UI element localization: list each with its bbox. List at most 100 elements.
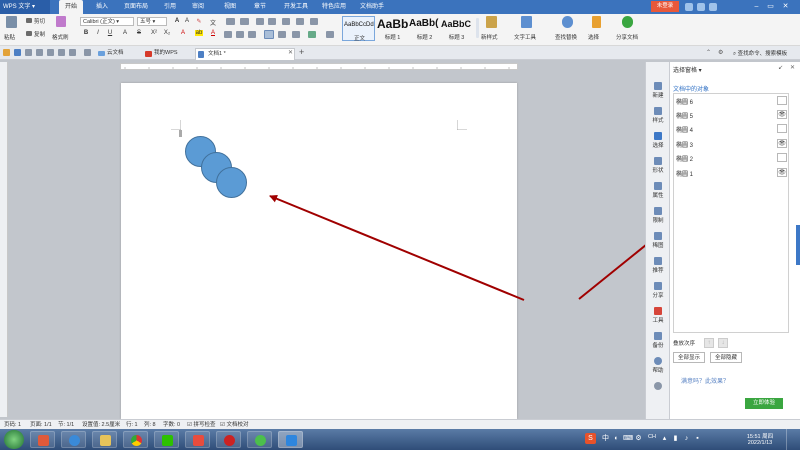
record-icon [224, 435, 235, 446]
object-name: 椭圆 6 [676, 100, 694, 106]
tray-app-icon[interactable]: ▪ [693, 433, 702, 444]
side-help[interactable]: 帮助 [646, 357, 670, 374]
pane-section-title: 文档中的对象 [673, 87, 710, 93]
object-row-5[interactable]: 椭圆 5 👁 [673, 108, 789, 121]
side-backup[interactable]: 备份 [646, 332, 670, 349]
side-properties[interactable]: 属性 [646, 182, 670, 199]
side-style[interactable]: 样式 [646, 107, 670, 124]
experience-button[interactable]: 立即体验 [745, 398, 783, 409]
eye-icon[interactable]: 👁 [777, 139, 787, 148]
side-graphic-label: 稀图 [652, 243, 664, 249]
clock[interactable]: 15:51 周四 2022/1/13 [740, 432, 780, 446]
object-row-4[interactable]: 椭圆 4 [673, 122, 789, 135]
start-button[interactable] [4, 430, 24, 449]
object-row-1[interactable]: 椭圆 1 👁 [673, 166, 789, 179]
visibility-toggle-2[interactable] [777, 153, 787, 162]
object-name: 椭圆 5 [676, 114, 694, 120]
clock-time-line: 15:51 周四 [740, 432, 780, 440]
folder-icon [100, 435, 111, 446]
object-row-2[interactable]: 椭圆 2 [673, 151, 789, 164]
properties-icon [654, 182, 662, 190]
taskbar-item-game[interactable] [30, 431, 55, 448]
side-shape[interactable]: 形状 [646, 157, 670, 174]
side-share-label: 分享 [652, 293, 664, 299]
sogou-ime-icon[interactable]: S [585, 433, 596, 444]
move-up-icon[interactable]: ↑ [704, 338, 714, 348]
style-icon [654, 107, 662, 115]
tray-language[interactable]: CH [648, 434, 656, 440]
side-shape-label: 形状 [652, 168, 664, 174]
side-backup-label: 备份 [652, 343, 664, 349]
object-name: 椭圆 4 [676, 128, 694, 134]
clock-date: 2022/1/13 [747, 440, 773, 446]
tray-up-icon[interactable]: ▴ [660, 433, 669, 444]
side-settings[interactable] [646, 382, 670, 391]
volume-icon[interactable]: ♪ [682, 433, 691, 444]
side-recommend-label: 推荐 [652, 268, 664, 274]
pane-close-icon[interactable]: ✕ [790, 64, 795, 71]
visibility-toggle-6[interactable] [777, 96, 787, 105]
move-down-icon[interactable]: ↓ [718, 338, 728, 348]
keyboard-icon[interactable]: ⌨ [623, 433, 633, 444]
side-new[interactable]: 新建 [646, 82, 670, 99]
taskbar-item-record[interactable] [216, 431, 241, 448]
side-select[interactable]: 选择 [646, 132, 670, 149]
browser-icon [255, 435, 266, 446]
side-restrict[interactable]: 限制 [646, 207, 670, 224]
app-icon [38, 435, 49, 446]
pane-title: 选择窗格 ▾ [673, 68, 702, 74]
graphic-icon [654, 232, 662, 240]
pane-scroll-handle[interactable] [796, 225, 800, 265]
side-recommend[interactable]: 推荐 [646, 257, 670, 274]
side-help-label: 帮助 [652, 368, 664, 374]
help-circle-icon [654, 357, 662, 365]
shape-icon [654, 157, 662, 165]
object-row-6[interactable]: 椭圆 6 [673, 94, 789, 107]
taskbar-item-wps[interactable] [278, 431, 303, 448]
taskbar-item-search[interactable] [61, 431, 86, 448]
backup-icon [654, 332, 662, 340]
taskbar-item-explorer[interactable] [92, 431, 117, 448]
restrict-icon [654, 207, 662, 215]
side-graphic[interactable]: 稀图 [646, 232, 670, 249]
show-desktop-button[interactable] [786, 429, 800, 450]
visibility-toggle-4[interactable] [777, 124, 787, 133]
side-restrict-label: 限制 [652, 218, 664, 224]
object-name: 椭圆 1 [676, 172, 694, 178]
arrow-to-shapes [269, 194, 525, 301]
status-proof-label: 文档校对 [226, 422, 249, 428]
status-spell-label: 拼写检查 [193, 422, 216, 428]
side-tools[interactable]: 工具 [646, 307, 670, 324]
select-icon [654, 132, 662, 140]
taskbar-item-wechat[interactable] [154, 431, 179, 448]
object-row-3[interactable]: 椭圆 3 👁 [673, 137, 789, 150]
ime-settings-icon[interactable]: ⚙ [634, 433, 643, 444]
eye-icon[interactable]: 👁 [777, 168, 787, 177]
gear-icon [654, 382, 662, 390]
side-new-label: 新建 [652, 93, 664, 99]
eye-icon[interactable]: 👁 [777, 110, 787, 119]
status-bar: 页码: 1 页面: 1/1 节: 1/1 设置值: 2.5厘米 行: 1 列: … [0, 419, 800, 429]
hide-all-button[interactable]: 全部隐藏 [710, 352, 742, 363]
toolbox-icon [654, 307, 662, 315]
punctuation-icon[interactable]: ◐ [612, 433, 621, 444]
taskbar-item-qq[interactable] [185, 431, 210, 448]
pane-dock-icon[interactable]: ↙ [778, 64, 783, 71]
network-icon[interactable]: ▮ [671, 433, 680, 444]
object-name: 椭圆 2 [676, 157, 694, 163]
taskbar-item-ie[interactable] [247, 431, 272, 448]
recommend-icon [654, 257, 662, 265]
show-all-button[interactable]: 全部显示 [673, 352, 705, 363]
pane-title-text: 选择窗格 [673, 68, 698, 74]
qq-icon [193, 435, 204, 446]
pane-feedback-text[interactable]: 满意吗？此效果？ [681, 376, 729, 385]
chrome-icon [131, 435, 142, 446]
share-icon [654, 282, 662, 290]
taskbar-item-chrome[interactable] [123, 431, 148, 448]
selection-pane: 选择窗格 ▾ ↙ ✕ 文档中的对象 椭圆 6 椭圆 5 👁 椭圆 4 椭圆 3 👁 … [669, 62, 800, 419]
side-share[interactable]: 分享 [646, 282, 670, 299]
wps-writer-icon [286, 435, 297, 446]
ime-mode[interactable]: 中 [601, 433, 610, 444]
side-toolbar: 新建 样式 选择 形状 属性 限制 稀图 推荐 分享 工具 备份 帮助 [645, 62, 669, 419]
side-properties-label: 属性 [652, 193, 664, 199]
